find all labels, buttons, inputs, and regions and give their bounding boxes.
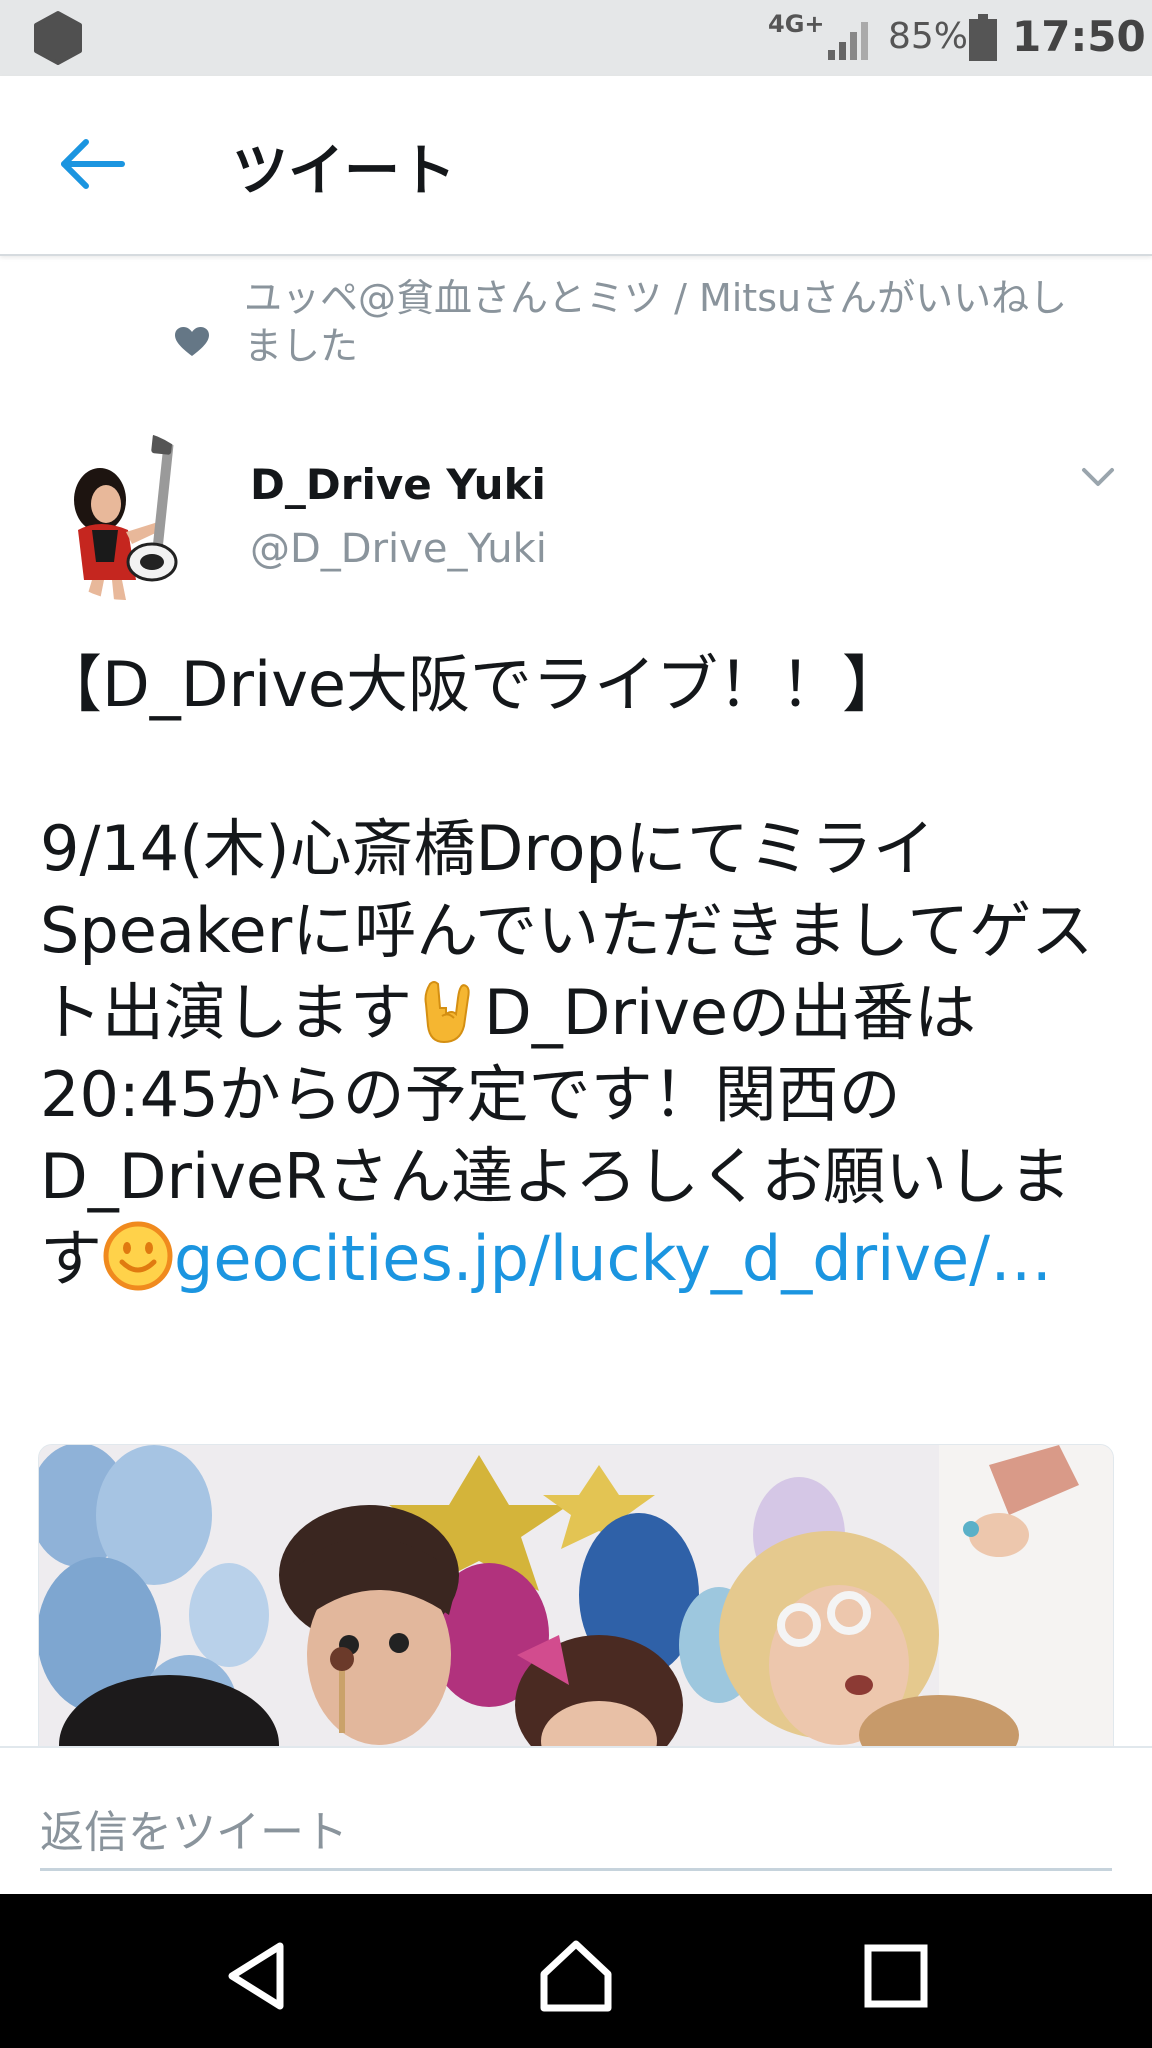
tweet-text: 【D_Drive大阪でライブ！！】 9/14(木)心斎橋DropにてミライSpe… (40, 644, 1120, 1300)
nav-back-icon[interactable] (218, 1936, 298, 2016)
status-bar: 4G+ 85% 17:50 (0, 0, 1152, 76)
clock: 17:50 (1012, 12, 1146, 61)
nav-recents-icon[interactable] (856, 1936, 936, 2016)
app-notification-icon (34, 11, 82, 65)
reply-placeholder: 返信をツイート (40, 1807, 348, 1858)
battery-icon (969, 14, 997, 61)
author-handle[interactable]: @D_Drive_Yuki (250, 526, 547, 572)
media-photo (39, 1445, 1113, 1747)
avatar-image (40, 430, 210, 600)
nav-home-icon[interactable] (536, 1936, 616, 2016)
app-header: ツイート (0, 76, 1152, 256)
reply-bar: 返信をツイート (0, 1746, 1152, 1896)
author-name[interactable]: D_Drive Yuki (250, 460, 546, 509)
smiley-emoji-icon (103, 1221, 173, 1291)
signal-icon (828, 22, 868, 60)
author-avatar[interactable] (40, 430, 210, 600)
network-type: 4G+ (768, 10, 825, 38)
page-title: ツイート (232, 139, 456, 204)
heart-icon (175, 327, 209, 356)
system-navigation-bar (0, 1894, 1152, 2048)
tweet-link[interactable]: geocities.jp/lucky_d_drive/… (174, 1222, 1052, 1295)
tweet-media-image[interactable] (38, 1444, 1114, 1748)
rock-hand-emoji-icon (424, 981, 470, 1044)
tweet-title: 【D_Drive大阪でライブ！！】 (40, 648, 905, 721)
chevron-down-icon[interactable] (1080, 466, 1116, 490)
liked-by-context: ユッペ@貧血さんとミツ / Mitsuさんがいいねしました (0, 270, 1152, 380)
reply-input[interactable]: 返信をツイート (40, 1796, 1112, 1871)
back-arrow-icon[interactable] (52, 132, 132, 196)
battery-percent: 85% (888, 16, 969, 57)
liked-by-text[interactable]: ユッペ@貧血さんとミツ / Mitsuさんがいいねしました (244, 274, 1104, 370)
